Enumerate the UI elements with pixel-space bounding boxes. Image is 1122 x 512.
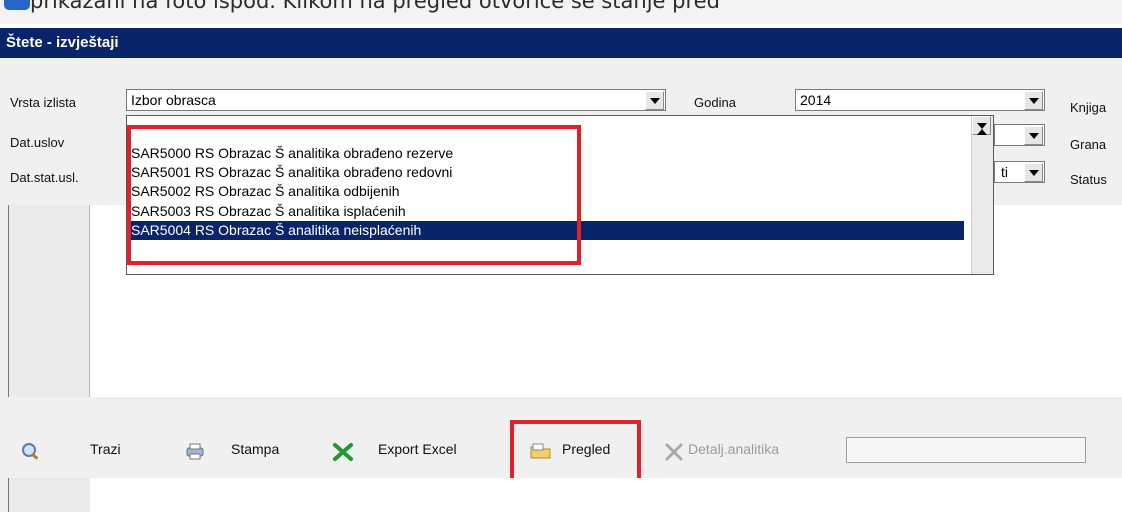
highlight-options-box <box>127 125 581 265</box>
dat-uslov-dropdown-icon[interactable] <box>1024 126 1043 145</box>
window-title: Štete - izvještaji <box>6 34 119 51</box>
dat-stat-dropdown-icon[interactable] <box>1024 163 1043 182</box>
dat-stat-combo-tail[interactable]: ti <box>994 161 1045 183</box>
dat-uslov-combo-tail[interactable] <box>994 124 1045 146</box>
grana-label: Grana <box>1070 137 1107 152</box>
detalj-analitika-button[interactable]: Detalj.analitika <box>688 441 779 457</box>
vrsta-izlista-dropdown-icon[interactable] <box>645 91 664 110</box>
status-label: Status <box>1070 172 1107 187</box>
trazi-button[interactable]: Trazi <box>90 441 121 457</box>
vrsta-izlista-combo[interactable]: Izbor obrasca <box>126 89 666 111</box>
dat-uslov-label: Dat.uslov <box>10 135 65 150</box>
detail-x-icon <box>665 443 683 461</box>
stampa-button[interactable]: Stampa <box>231 441 279 457</box>
highlight-pregled-box <box>510 420 641 487</box>
dropdown-scrollbar[interactable] <box>971 116 993 274</box>
app-icon <box>4 0 30 10</box>
excel-x-icon <box>333 443 353 461</box>
lower-row-header-column <box>8 478 90 512</box>
top-cropped-toolbar: prikazani na foto ispod. Klikom na pregl… <box>0 0 1122 24</box>
search-icon <box>22 443 39 460</box>
vrsta-izlista-label: Vrsta izlista <box>10 95 76 110</box>
godina-dropdown-icon[interactable] <box>1024 91 1043 110</box>
vrsta-izlista-value: Izbor obrasca <box>131 92 216 108</box>
toolbar-text-field[interactable] <box>846 437 1086 463</box>
godina-value: 2014 <box>800 92 832 108</box>
knjiga-label: Knjiga <box>1070 100 1107 115</box>
window-title-bar: Štete - izvještaji <box>0 28 1122 58</box>
godina-combo[interactable]: 2014 <box>795 89 1045 111</box>
grid-row-header-column <box>8 205 90 397</box>
lower-panel <box>8 478 1122 512</box>
printer-icon <box>186 443 204 460</box>
top-caption-text: prikazani na foto ispod. Klikom na pregl… <box>30 0 720 13</box>
godina-label: Godina <box>694 95 736 110</box>
export-excel-button[interactable]: Export Excel <box>378 441 457 457</box>
dat-stat-usl-label: Dat.stat.usl. <box>10 170 79 185</box>
scroll-up-icon[interactable] <box>972 116 991 135</box>
dat-stat-value: ti <box>1001 164 1008 180</box>
